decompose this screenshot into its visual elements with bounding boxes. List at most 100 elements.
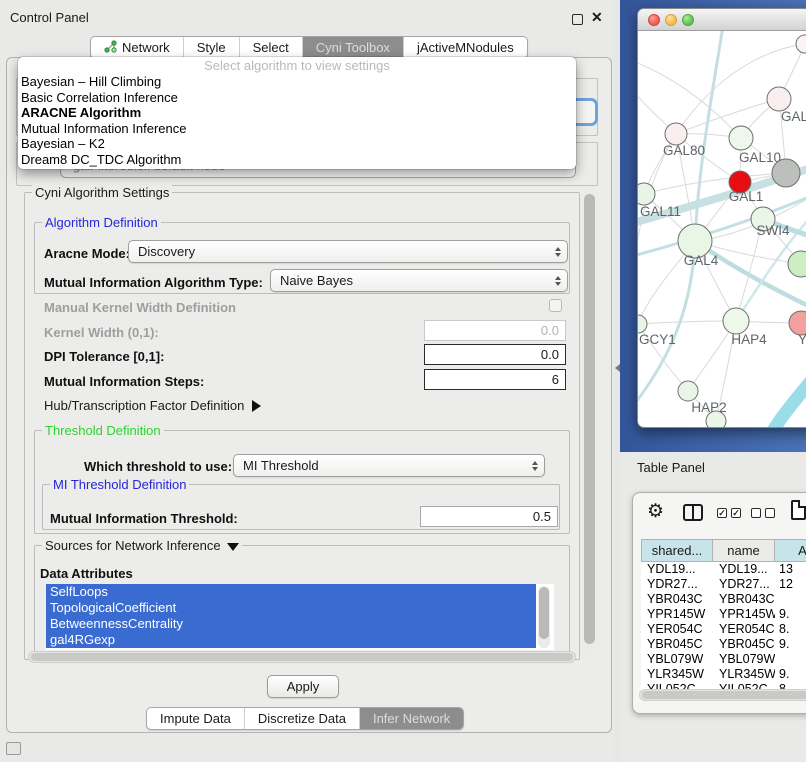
network-edge <box>638 61 741 138</box>
kernel-width-field[interactable]: 0.0 <box>424 320 566 341</box>
data-attribute-item[interactable]: TopologicalCoefficient <box>46 600 536 616</box>
kernel-width-value: 0.0 <box>541 323 559 338</box>
checked-box-icon: ✓ <box>717 508 727 518</box>
algorithm-option[interactable]: ARACNE Algorithm <box>18 105 576 121</box>
network-node[interactable] <box>796 35 806 53</box>
data-attribute-item[interactable]: SelfLoops <box>46 584 536 600</box>
table-row[interactable]: YDL19...YDL19...13 <box>641 562 806 577</box>
manual-kernel-width-label: Manual Kernel Width Definition <box>44 300 236 315</box>
float-window-icon[interactable] <box>572 14 583 25</box>
columns-icon[interactable] <box>683 504 703 521</box>
network-node[interactable] <box>772 159 800 187</box>
tab-impute-data[interactable]: Impute Data <box>147 708 244 729</box>
manual-kernel-width-checkbox[interactable] <box>549 299 562 312</box>
table-row[interactable]: YER054CYER054C8. <box>641 622 806 637</box>
table-cell <box>775 652 806 667</box>
network-node-gal10[interactable] <box>729 126 753 150</box>
tab-label: Style <box>197 40 226 55</box>
network-node-gal11[interactable] <box>638 183 655 205</box>
table-cell: YPR145W <box>713 607 775 622</box>
tab-label: Impute Data <box>160 711 231 726</box>
table-row[interactable]: YBR045CYBR045C9. <box>641 637 806 652</box>
table-horizontal-scrollbar[interactable] <box>639 689 806 701</box>
node-label: GAL4 <box>684 253 719 268</box>
apply-button[interactable]: Apply <box>267 675 339 698</box>
table-row[interactable]: YBL079WYBL079W <box>641 652 806 667</box>
tab-label: Network <box>122 40 170 55</box>
dpi-tolerance-label: DPI Tolerance [0,1]: <box>44 349 164 364</box>
hub-definition-expander[interactable]: Hub/Transcription Factor Definition <box>44 398 261 413</box>
algorithm-option[interactable]: Mutual Information Inference <box>18 121 576 137</box>
stepper-arrows-icon <box>555 247 561 257</box>
which-threshold-combo[interactable]: MI Threshold <box>233 454 545 477</box>
network-node[interactable] <box>788 251 806 277</box>
tab-style[interactable]: Style <box>183 37 239 58</box>
document-icon[interactable] <box>791 500 806 520</box>
tab-infer-network[interactable]: Infer Network <box>359 708 463 729</box>
table-row[interactable]: YPR145WYPR145W9. <box>641 607 806 622</box>
column-header[interactable]: A <box>775 539 806 562</box>
network-node-gcy1[interactable] <box>638 315 647 333</box>
node-label: GAL80 <box>663 143 705 158</box>
network-node[interactable] <box>706 411 726 427</box>
table-cell: YBR045C <box>641 637 713 652</box>
table-row[interactable]: YLR345WYLR345W9. <box>641 667 806 682</box>
network-window-titlebar[interactable] <box>638 9 806 31</box>
window-zoom-icon[interactable] <box>682 14 694 26</box>
dpi-tolerance-field[interactable]: 0.0 <box>424 344 566 365</box>
mi-algorithm-type-combo[interactable]: Naive Bayes <box>270 269 568 292</box>
algorithm-option[interactable]: Basic Correlation Inference <box>18 90 576 106</box>
network-edge <box>638 321 736 324</box>
node-table: shared...nameA YDL19...YDL19...13YDR27..… <box>641 539 806 697</box>
gear-icon[interactable]: ⚙ <box>647 501 664 523</box>
window-minimize-icon[interactable] <box>665 14 677 26</box>
mi-threshold-field[interactable]: 0.5 <box>420 506 558 527</box>
table-cell: YDL19... <box>641 562 713 577</box>
network-node-hap4[interactable] <box>723 308 749 334</box>
table-row[interactable]: YDR27...YDR27...12 <box>641 577 806 592</box>
deselect-all-columns-icon[interactable] <box>751 508 775 518</box>
table-row[interactable]: YBR043CYBR043C <box>641 592 806 607</box>
data-attribute-item[interactable]: gal4RGexp <box>46 632 536 648</box>
window-close-icon[interactable] <box>648 14 660 26</box>
network-node-hap2[interactable] <box>678 381 698 401</box>
tab-network[interactable]: Network <box>91 37 183 58</box>
table-cell: 9. <box>775 637 806 652</box>
threshold-definition-title: Threshold Definition <box>42 423 164 438</box>
cyni-toolbox-bottom-tabs: Impute Data Discretize Data Infer Network <box>146 707 464 730</box>
close-icon[interactable]: ✕ <box>591 9 603 26</box>
node-label: GAL1 <box>729 189 764 204</box>
node-label: GAL11 <box>640 204 681 219</box>
algorithm-dropdown-placeholder: Select algorithm to view settings <box>18 57 576 74</box>
tab-label: Cyni Toolbox <box>316 40 390 55</box>
table-panel-window: ⚙ ✓ ✓ shared...nameA YDL19...YDL19...13Y… <box>632 492 806 714</box>
tab-select[interactable]: Select <box>239 37 302 58</box>
settings-horizontal-scrollbar[interactable] <box>28 651 576 663</box>
sources-title: Sources for Network Inference <box>42 538 242 553</box>
apply-button-label: Apply <box>287 679 320 694</box>
attributes-scrollbar[interactable] <box>538 586 550 648</box>
node-label: Y <box>798 332 806 347</box>
algorithm-option[interactable]: Dream8 DC_TDC Algorithm <box>18 152 576 168</box>
algorithm-option[interactable]: Bayesian – Hill Climbing <box>18 74 576 90</box>
dpi-tolerance-value: 0.0 <box>541 347 559 362</box>
tab-jactivemnodules[interactable]: jActiveMNodules <box>403 37 527 58</box>
column-header[interactable]: name <box>713 539 775 562</box>
network-node-gal80[interactable] <box>665 123 687 145</box>
tab-discretize-data[interactable]: Discretize Data <box>244 708 359 729</box>
network-node-gal7[interactable] <box>767 87 791 111</box>
data-attribute-item[interactable]: BetweennessCentrality <box>46 616 536 632</box>
tab-cyni-toolbox[interactable]: Cyni Toolbox <box>302 37 403 58</box>
mi-steps-field[interactable]: 6 <box>424 369 566 390</box>
data-attributes-list: SelfLoopsTopologicalCoefficientBetweenne… <box>46 584 554 650</box>
aracne-mode-combo[interactable]: Discovery <box>128 240 568 263</box>
panel-grip-icon[interactable] <box>6 742 21 755</box>
tab-label: Discretize Data <box>258 711 346 726</box>
column-header[interactable]: shared... <box>641 539 713 562</box>
table-cell: 8. <box>775 622 806 637</box>
settings-vertical-scrollbar[interactable] <box>583 190 596 660</box>
algorithm-option[interactable]: Bayesian – K2 <box>18 136 576 152</box>
network-canvas[interactable]: GAL7GAL80GAL10GAL1GAL11SWI4GAL4GCY1HAP4Y… <box>638 31 806 427</box>
select-all-columns-icon[interactable]: ✓ ✓ <box>717 508 741 518</box>
collapsed-arrow-icon <box>252 400 261 412</box>
